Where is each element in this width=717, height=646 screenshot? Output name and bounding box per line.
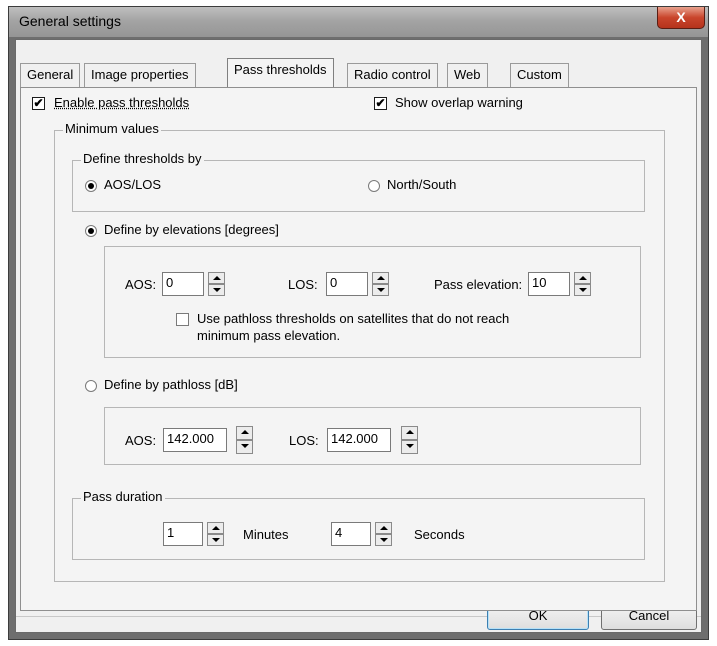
minutes-input[interactable]: 1 bbox=[163, 522, 203, 546]
pass-thresholds-panel: ✔ Enable pass thresholds ✔ Show overlap … bbox=[20, 87, 697, 611]
enable-pass-thresholds-label[interactable]: Enable pass thresholds bbox=[54, 95, 189, 110]
spin-up-icon[interactable] bbox=[574, 272, 591, 284]
settings-window: General settings X General Image propert… bbox=[8, 6, 709, 640]
spin-down-icon[interactable] bbox=[208, 284, 225, 296]
tab-custom[interactable]: Custom bbox=[510, 63, 569, 87]
spin-down-icon[interactable] bbox=[401, 440, 418, 454]
spin-down-icon[interactable] bbox=[207, 534, 224, 546]
show-overlap-warning-checkbox[interactable]: ✔ bbox=[374, 97, 387, 110]
spin-up-icon[interactable] bbox=[208, 272, 225, 284]
title-bar[interactable]: General settings X bbox=[9, 7, 708, 37]
tab-web[interactable]: Web bbox=[447, 63, 488, 87]
spin-up-icon[interactable] bbox=[375, 522, 392, 534]
spin-up-icon[interactable] bbox=[236, 426, 253, 440]
elevation-aos-label: AOS: bbox=[125, 277, 157, 292]
use-pathloss-thresholds-label-line2[interactable]: minimum pass elevation. bbox=[197, 328, 340, 343]
pass-elevation-label: Pass elevation: bbox=[434, 277, 523, 292]
enable-pass-thresholds-checkbox[interactable]: ✔ bbox=[32, 97, 45, 110]
tab-radio-control[interactable]: Radio control bbox=[347, 63, 438, 87]
minutes-label: Minutes bbox=[243, 527, 289, 542]
spin-up-icon[interactable] bbox=[372, 272, 389, 284]
tab-image-properties[interactable]: Image properties bbox=[84, 63, 196, 87]
pathloss-aos-input[interactable]: 142.000 bbox=[163, 428, 227, 452]
elevation-los-label: LOS: bbox=[288, 277, 318, 292]
elevation-los-input[interactable]: 0 bbox=[326, 272, 368, 296]
pathloss-aos-spinner[interactable] bbox=[236, 426, 253, 454]
pathloss-aos-label: AOS: bbox=[125, 433, 157, 448]
pass-elevation-input[interactable]: 10 bbox=[528, 272, 570, 296]
seconds-input[interactable]: 4 bbox=[331, 522, 371, 546]
pass-elevation-spinner[interactable] bbox=[574, 272, 591, 296]
define-thresholds-by-title: Define thresholds by bbox=[81, 151, 204, 166]
show-overlap-warning-label[interactable]: Show overlap warning bbox=[395, 95, 523, 110]
pathloss-los-label: LOS: bbox=[289, 433, 319, 448]
define-by-pathloss-radio[interactable] bbox=[85, 380, 97, 392]
define-by-elevations-radio[interactable] bbox=[85, 225, 97, 237]
spin-down-icon[interactable] bbox=[372, 284, 389, 296]
pass-duration-title: Pass duration bbox=[81, 489, 165, 504]
aos-los-radio[interactable] bbox=[85, 180, 97, 192]
tab-pass-thresholds[interactable]: Pass thresholds bbox=[227, 58, 334, 87]
elevation-los-spinner[interactable] bbox=[372, 272, 389, 296]
minutes-spinner[interactable] bbox=[207, 522, 224, 546]
window-title: General settings bbox=[19, 13, 121, 29]
aos-los-label[interactable]: AOS/LOS bbox=[104, 177, 161, 192]
spin-up-icon[interactable] bbox=[401, 426, 418, 440]
seconds-spinner[interactable] bbox=[375, 522, 392, 546]
spin-down-icon[interactable] bbox=[236, 440, 253, 454]
pathloss-los-spinner[interactable] bbox=[401, 426, 418, 454]
north-south-label[interactable]: North/South bbox=[387, 177, 456, 192]
spin-up-icon[interactable] bbox=[207, 522, 224, 534]
elevation-aos-spinner[interactable] bbox=[208, 272, 225, 296]
minimum-values-title: Minimum values bbox=[63, 121, 161, 136]
pathloss-los-input[interactable]: 142.000 bbox=[327, 428, 391, 452]
define-by-elevations-label[interactable]: Define by elevations [degrees] bbox=[104, 222, 279, 237]
elevations-box bbox=[104, 246, 641, 358]
elevation-aos-input[interactable]: 0 bbox=[162, 272, 204, 296]
north-south-radio[interactable] bbox=[368, 180, 380, 192]
use-pathloss-thresholds-label-line1[interactable]: Use pathloss thresholds on satellites th… bbox=[197, 311, 509, 326]
spin-down-icon[interactable] bbox=[375, 534, 392, 546]
tab-general[interactable]: General bbox=[20, 63, 81, 87]
define-by-pathloss-label[interactable]: Define by pathloss [dB] bbox=[104, 377, 238, 392]
spin-down-icon[interactable] bbox=[574, 284, 591, 296]
use-pathloss-thresholds-checkbox[interactable] bbox=[176, 313, 189, 326]
seconds-label: Seconds bbox=[414, 527, 465, 542]
close-icon[interactable]: X bbox=[657, 7, 705, 29]
button-bar-divider bbox=[16, 616, 701, 617]
dialog-client-area: General Image properties Pass thresholds… bbox=[15, 39, 702, 633]
